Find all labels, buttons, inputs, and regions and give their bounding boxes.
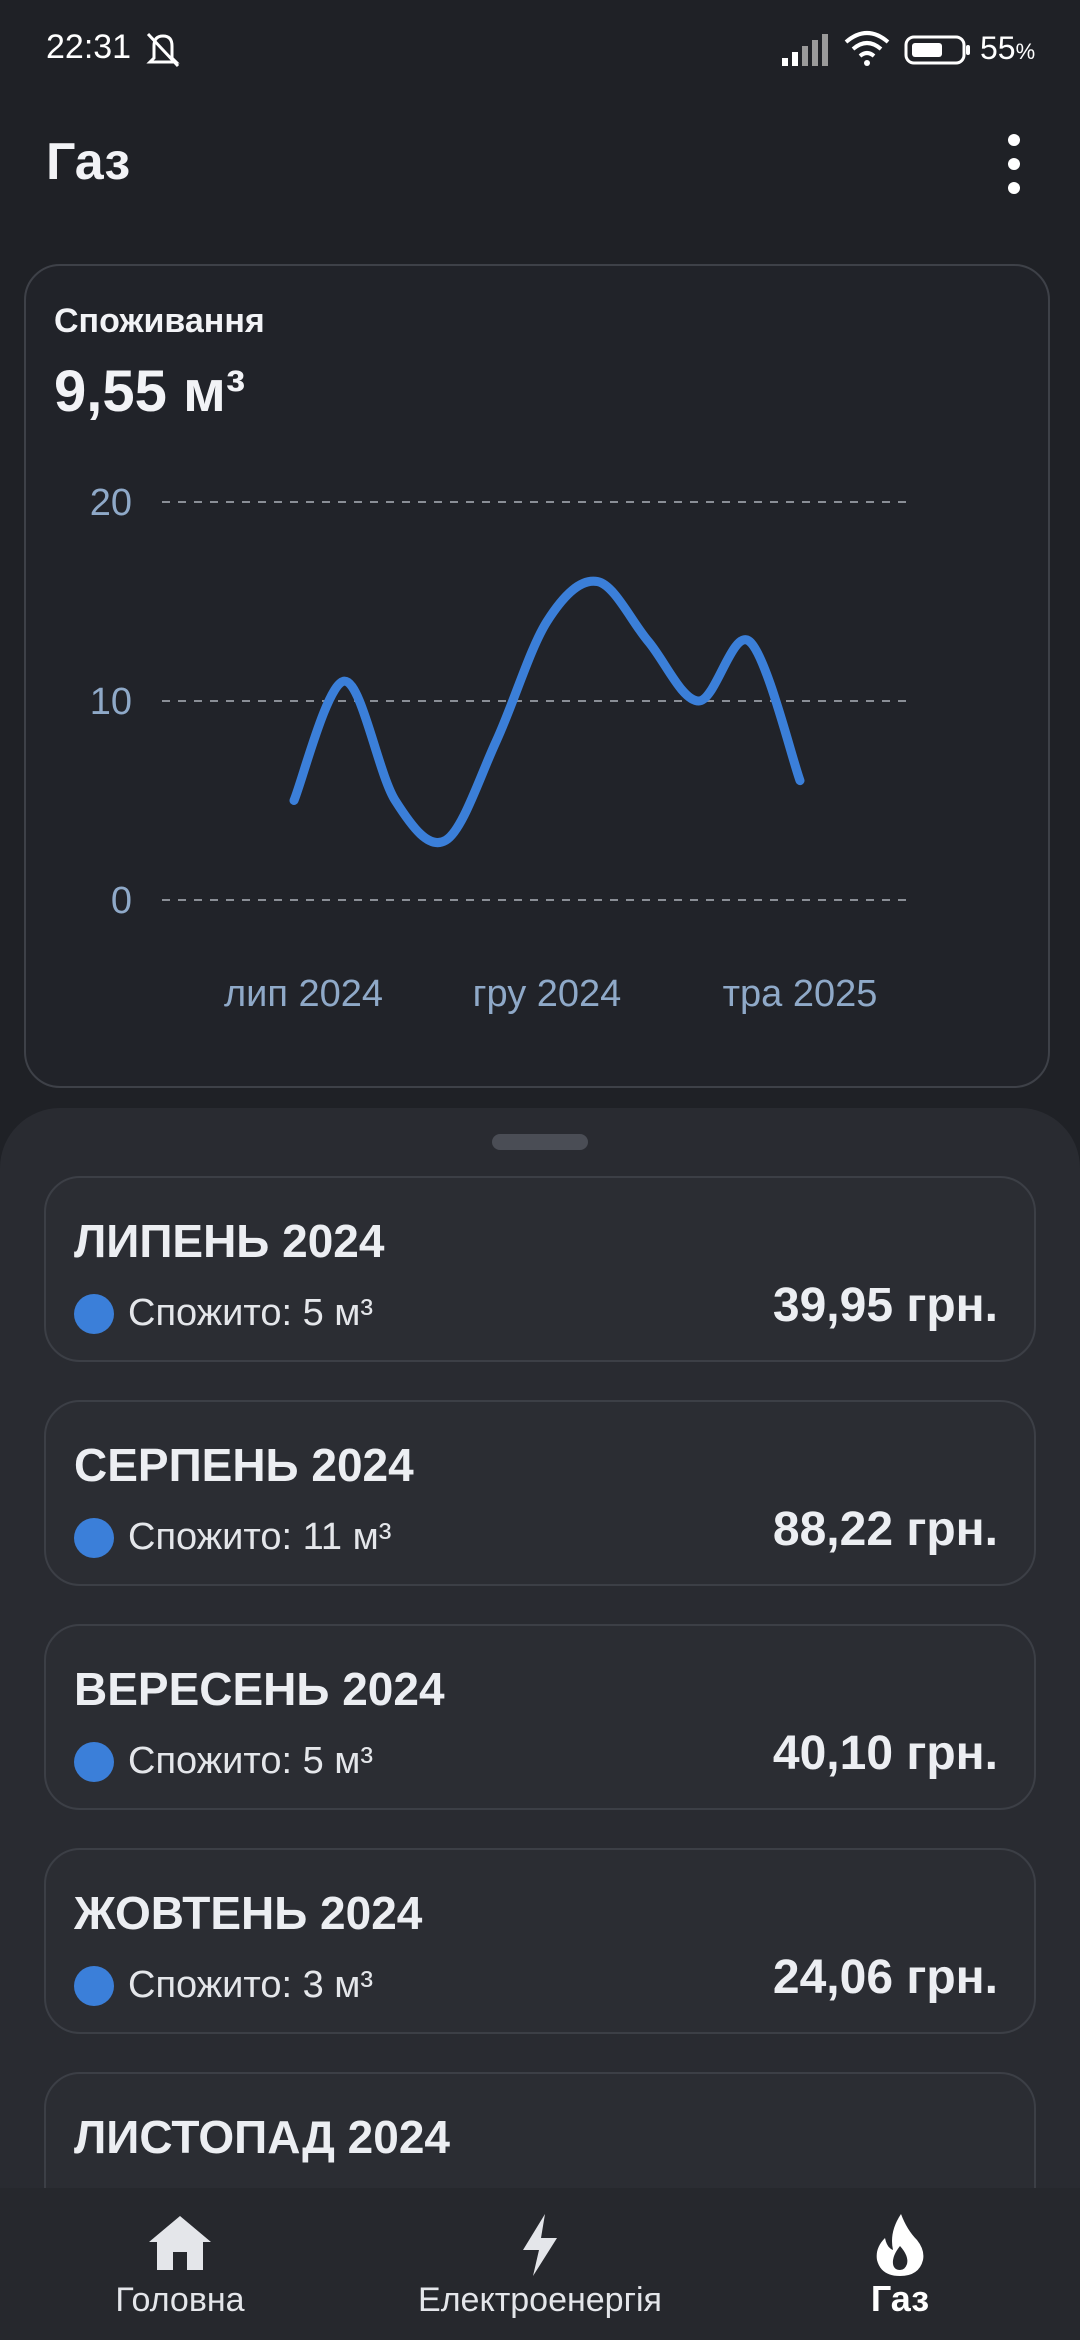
series-dot-icon (74, 1294, 114, 1334)
bottom-navigation: Головна Електроенергія Газ (0, 2188, 1080, 2340)
lightning-icon (515, 2212, 565, 2283)
month-card[interactable]: ВЕРЕСЕНЬ 2024 Спожито: 5 м³ 40,10 грн. (44, 1624, 1036, 1810)
month-card[interactable]: ЖОВТЕНЬ 2024 Спожито: 3 м³ 24,06 грн. (44, 1848, 1036, 2034)
nav-gas[interactable]: Газ (840, 2188, 960, 2340)
month-title: ВЕРЕСЕНЬ 2024 (74, 1663, 445, 1715)
nav-home[interactable]: Головна (80, 2188, 280, 2340)
battery-percent: 55% (980, 30, 1036, 66)
battery-icon (904, 34, 972, 71)
sheet-drag-handle[interactable] (492, 1134, 588, 1150)
month-title: ЛИПЕНЬ 2024 (74, 1215, 385, 1267)
y-tick-label: 20 (90, 482, 132, 524)
page-title: Газ (46, 133, 131, 191)
nav-electricity-label: Електроенергія (418, 2281, 662, 2319)
month-card[interactable]: СЕРПЕНЬ 2024 Спожито: 11 м³ 88,22 грн. (44, 1400, 1036, 1586)
month-cost: 24,06 грн. (772, 1951, 998, 2004)
month-title: ЛИСТОПАД 2024 (74, 2111, 451, 2163)
wifi-icon (842, 28, 892, 73)
month-card[interactable]: ЛИСТОПАД 2024 (44, 2072, 1036, 2188)
nav-electricity[interactable]: Електроенергія (400, 2188, 680, 2340)
x-tick-label: тра 2025 (723, 973, 878, 1015)
month-title: ЖОВТЕНЬ 2024 (74, 1887, 423, 1939)
month-card[interactable]: ЛИПЕНЬ 2024 Спожито: 5 м³ 39,95 грн. (44, 1176, 1036, 1362)
nav-home-label: Головна (115, 2281, 245, 2319)
series-line (289, 576, 805, 847)
x-tick-label: лип 2024 (224, 973, 383, 1015)
status-bar: 22:31 55% (0, 0, 1080, 100)
nav-gas-label: Газ (870, 2278, 930, 2319)
y-tick-label: 10 (90, 681, 132, 723)
month-cost: 88,22 грн. (772, 1503, 998, 1556)
month-consumed: Спожито: 3 м³ (128, 1964, 374, 2006)
month-consumed: Спожито: 5 м³ (128, 1292, 374, 1334)
consumption-line-chart: 0 10 20 лип 2024 гру 2024 тра 2025 (90, 482, 906, 1015)
month-consumed: Спожито: 11 м³ (128, 1516, 392, 1558)
signal-icon (780, 32, 830, 71)
consumption-chart-card: Споживання 9,55 м³ 0 10 20 лип 2024 гру 2024… (24, 264, 1050, 1088)
status-time: 22:31 (46, 28, 132, 66)
series-dot-icon (74, 1966, 114, 2006)
month-cost: 39,95 грн. (772, 1279, 998, 1332)
app-bar: Газ (0, 100, 1080, 220)
series-dot-icon (74, 1742, 114, 1782)
home-icon (145, 2212, 215, 2279)
flame-icon (873, 2212, 927, 2283)
more-options-icon[interactable] (984, 130, 1040, 200)
month-cost: 40,10 грн. (772, 1727, 998, 1780)
mute-bell-icon (140, 28, 186, 70)
month-title: СЕРПЕНЬ 2024 (74, 1439, 414, 1491)
series-dot-icon (74, 1518, 114, 1558)
monthly-list-sheet[interactable]: ЛИПЕНЬ 2024 Спожито: 5 м³ 39,95 грн. СЕР… (0, 1108, 1080, 2188)
month-consumed: Спожито: 5 м³ (128, 1740, 374, 1782)
y-tick-label: 0 (111, 880, 132, 922)
x-tick-label: гру 2024 (473, 973, 622, 1015)
